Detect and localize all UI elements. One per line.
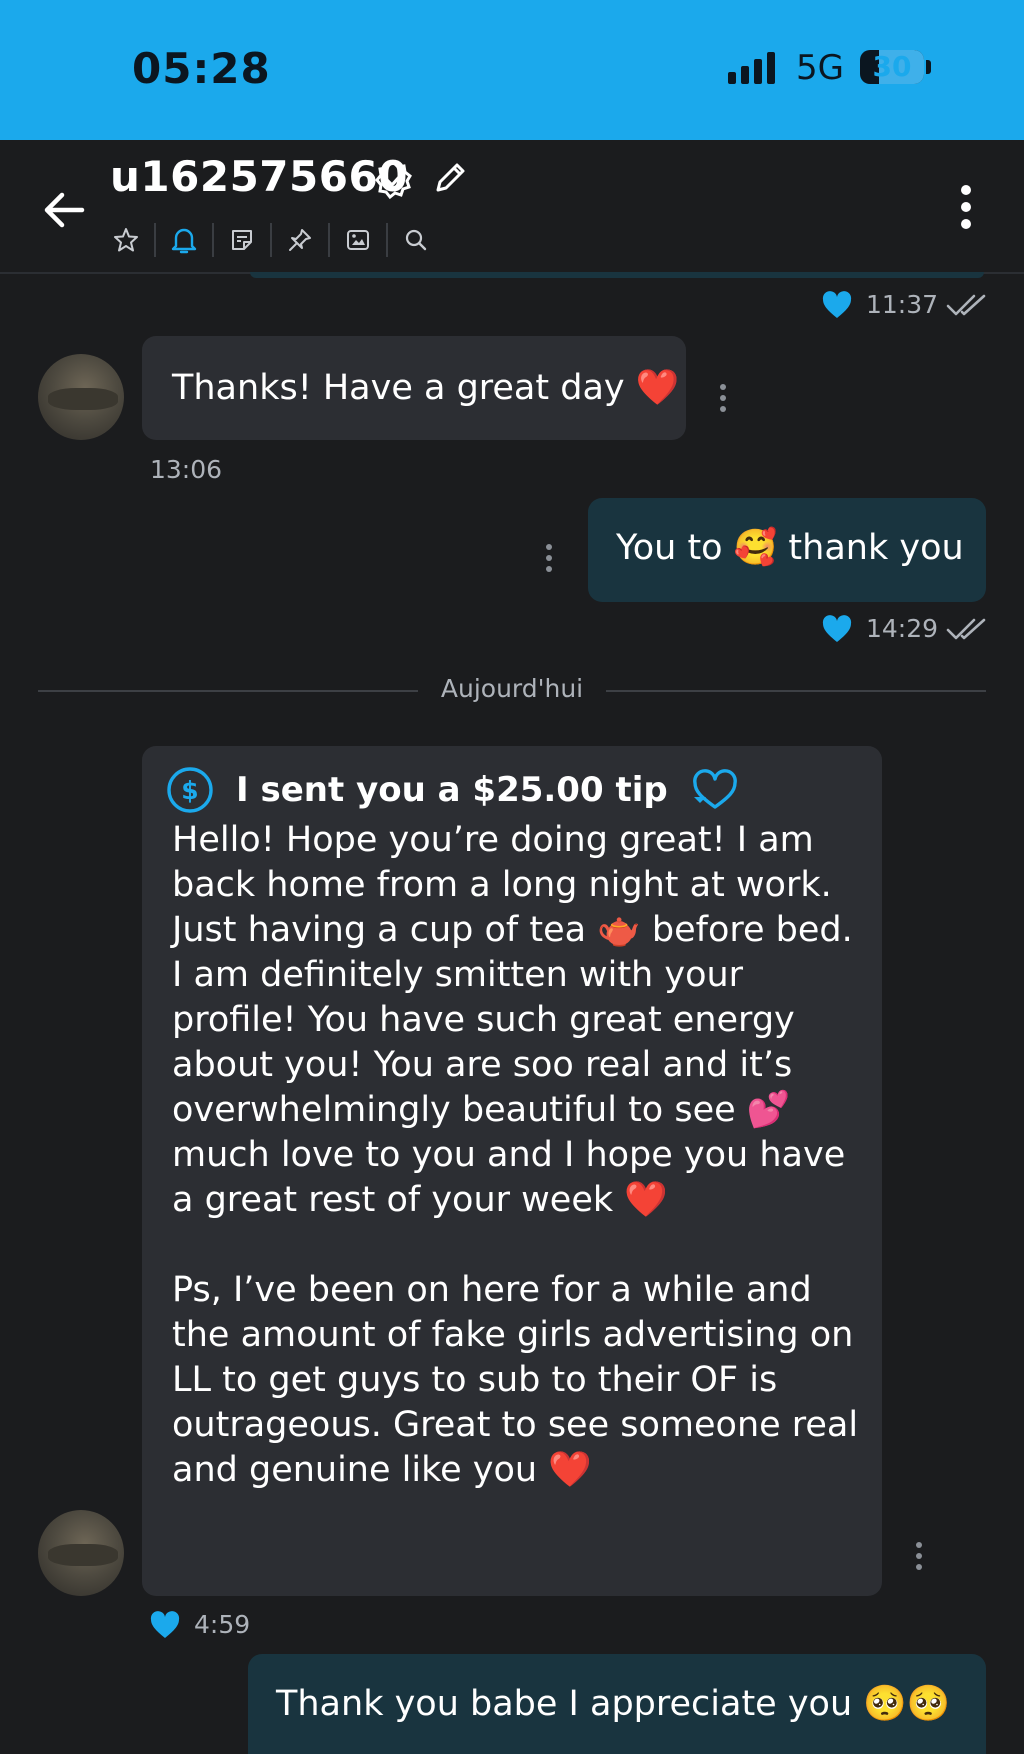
previous-bubble-edge [250,272,984,278]
note-icon[interactable] [224,222,260,258]
heart-icon[interactable] [150,1610,180,1639]
message-options-icon[interactable] [544,544,554,574]
message-text: Thank you babe I appreciate you 🥺🥺 [276,1684,951,1724]
incoming-message-bubble[interactable]: Thanks! Have a great day ❤️ [142,336,686,440]
battery-level: 30 [872,50,912,83]
tip-heart-icon [692,769,737,809]
heart-icon[interactable] [822,290,852,319]
star-icon[interactable] [108,222,144,258]
avatar[interactable] [38,1510,124,1596]
chat-title[interactable]: u162575660 [110,152,408,201]
message-text: You to 🥰 thank you [616,528,964,568]
heart-icon[interactable] [822,614,852,643]
message-meta: 14:29 [822,614,992,643]
outgoing-message-bubble[interactable]: Thank you babe I appreciate you 🥺🥺 [248,1654,986,1754]
message-meta: 4:59 [150,1610,250,1639]
pin-icon[interactable] [282,222,318,258]
status-bar: 05:28 5G 30 [0,0,1024,140]
battery-tip [926,60,931,74]
status-time: 05:28 [132,44,271,93]
back-arrow-icon[interactable] [38,184,90,236]
search-icon[interactable] [398,222,434,258]
bell-icon[interactable] [166,222,202,258]
dollar-circle-icon: $ [167,767,213,813]
more-options-icon[interactable] [954,182,978,232]
read-ticks-icon [946,618,986,639]
read-ticks-icon [946,294,986,315]
message-time: 13:06 [150,455,223,484]
tip-message-text: Hello! Hope you’re doing great! I am bac… [172,820,859,1490]
tip-header-text: I sent you a $25.00 tip [236,770,668,810]
day-separator-label: Aujourd'hui [440,674,584,703]
avatar[interactable] [38,354,124,440]
image-icon[interactable] [340,222,376,258]
message-text: Thanks! Have a great day ❤️ [172,368,680,408]
battery-icon: 30 [860,50,924,84]
svg-text:$: $ [181,776,198,805]
verified-icon [375,161,412,200]
signal-icon [728,52,775,84]
chat-header: u162575660 [0,140,1024,274]
message-options-icon[interactable] [914,1542,924,1572]
message-time: 14:29 [866,614,939,643]
message-time: 4:59 [194,1610,251,1639]
outgoing-message-bubble[interactable]: You to 🥰 thank you [588,498,986,602]
tip-header: $ I sent you a $25.00 tip [166,766,740,814]
message-options-icon[interactable] [718,384,728,414]
network-label: 5G [796,48,844,88]
message-time: 11:37 [866,290,939,319]
message-meta: 11:37 [822,290,992,319]
edit-pencil-icon[interactable] [430,158,470,198]
header-toolbar [108,220,434,260]
